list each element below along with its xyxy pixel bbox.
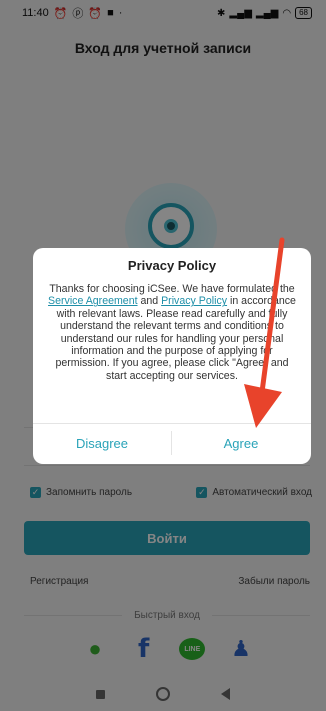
- dialog-title: Privacy Policy: [127, 258, 217, 273]
- privacy-policy-link[interactable]: Privacy Policy: [161, 295, 227, 307]
- dialog-text: and: [137, 295, 162, 308]
- disagree-button[interactable]: Disagree: [33, 424, 171, 462]
- service-agreement-link[interactable]: Service Agreement: [48, 295, 138, 307]
- dialog-body: Thanks for choosing iCSee. We have formu…: [47, 283, 297, 382]
- dialog-text: in accordance with relevant laws. Please…: [55, 295, 296, 382]
- dialog-text: Thanks for choosing iCSee. We have formu…: [49, 283, 295, 295]
- privacy-policy-dialog: Privacy Policy Thanks for choosing iCSee…: [33, 248, 311, 464]
- agree-button[interactable]: Agree: [172, 424, 310, 462]
